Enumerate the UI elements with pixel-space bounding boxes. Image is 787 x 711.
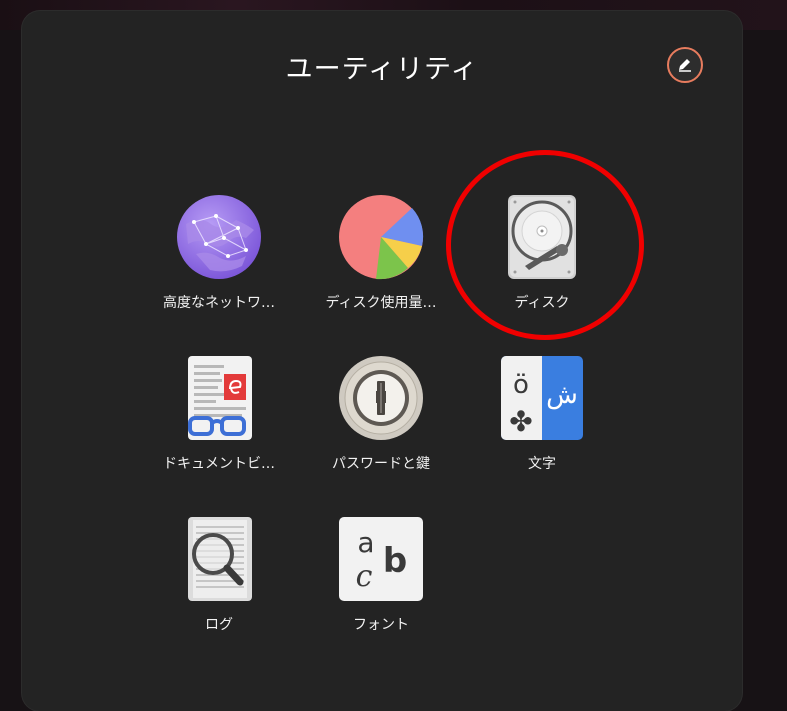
app-network[interactable]: 高度なネットワ… (144, 194, 294, 312)
app-label: ドキュメントビ… (163, 456, 275, 472)
app-disk-usage[interactable]: ディスク使用量… (306, 194, 456, 312)
glyph-o-umlaut: ö (513, 370, 529, 400)
app-logs[interactable]: ログ (144, 516, 294, 634)
log-magnifier-icon (188, 517, 252, 601)
font-icon: a b c (339, 517, 423, 601)
app-fonts[interactable]: a b c フォント (306, 516, 456, 634)
app-disks[interactable]: ディスク (467, 194, 617, 312)
app-characters[interactable]: ö ✤ ش 文字 (467, 355, 617, 473)
network-globe-icon (177, 195, 261, 279)
glyph-c: c (356, 559, 373, 594)
folder-title: ユーティリティ (285, 54, 479, 85)
app-passwords[interactable]: パスワードと鍵 (306, 355, 456, 473)
pie-chart-icon (339, 195, 424, 280)
characters-icon: ö ✤ ش (501, 356, 583, 440)
app-label: ディスク使用量… (325, 295, 437, 311)
pencil-icon (679, 59, 691, 72)
hard-disk-icon (508, 195, 576, 279)
glyph-arabic: ش (546, 380, 578, 410)
app-label: ログ (205, 617, 233, 633)
app-label: パスワードと鍵 (332, 456, 430, 472)
glyph-suit: ✤ (509, 405, 532, 438)
app-document-viewer[interactable]: ドキュメントビ… (144, 355, 294, 473)
app-label: フォント (353, 617, 409, 633)
keyhole-icon (339, 356, 423, 440)
app-label: ディスク (514, 295, 570, 311)
rename-folder-button[interactable] (667, 47, 703, 83)
glyph-a: a (357, 526, 374, 559)
app-label: 文字 (528, 456, 556, 472)
app-label: 高度なネットワ… (163, 295, 275, 311)
document-glasses-icon (188, 356, 252, 440)
glyph-b: b (383, 541, 407, 581)
app-folder-dialog: ユーティリティ 高度なネットワ… ディスク使用量… ディスク ドキュメントビ… … (22, 11, 742, 711)
